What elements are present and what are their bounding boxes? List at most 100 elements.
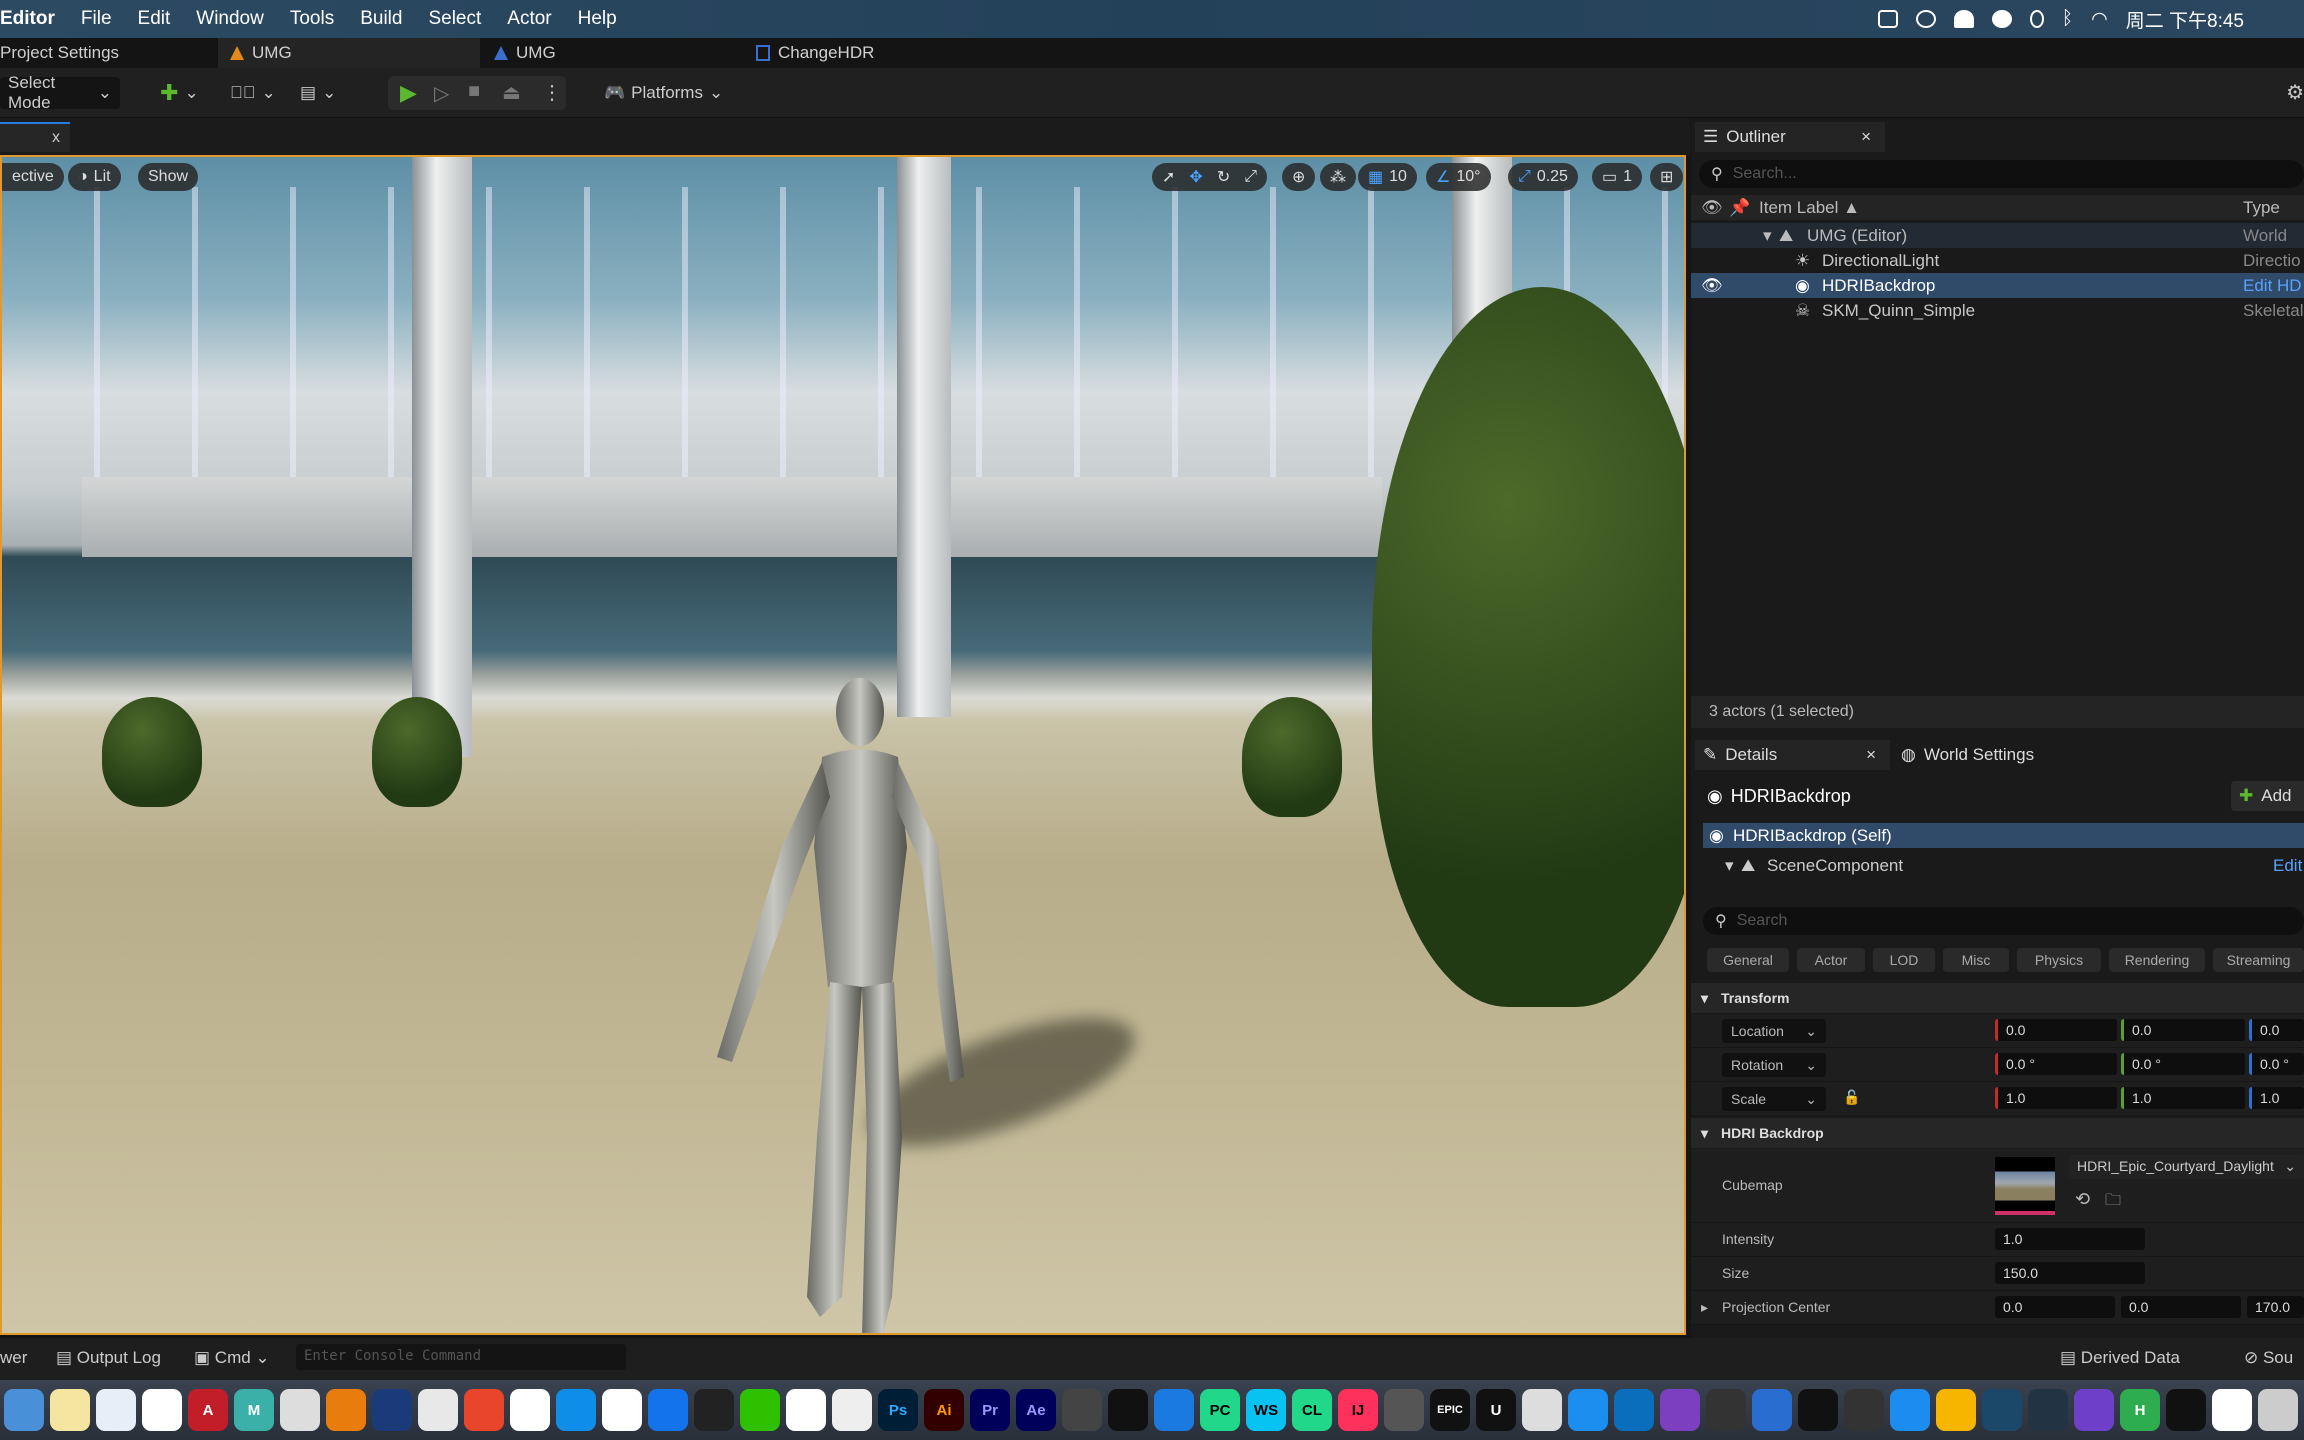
blueprint-button[interactable]: ⋮⃞ ⌄ (230, 77, 276, 109)
app-menu[interactable]: Editor (0, 8, 68, 30)
lark-icon[interactable] (602, 1389, 642, 1431)
finder-alt-icon[interactable] (1890, 1389, 1930, 1431)
perspective-dropdown[interactable]: ective (2, 163, 64, 191)
hdri-backdrop-section[interactable]: ▾ HDRI Backdrop (1691, 1118, 2304, 1148)
rotation-snap[interactable]: ∠ 10° (1426, 163, 1491, 191)
cinema4d-icon[interactable] (372, 1389, 412, 1431)
terminal-icon[interactable] (1798, 1389, 1838, 1431)
hbuilder-icon[interactable]: H (2120, 1389, 2160, 1431)
maya-icon[interactable]: M (234, 1389, 274, 1431)
clock[interactable]: 周二 下午8:45 (2126, 6, 2244, 33)
sketch-icon[interactable] (1936, 1389, 1976, 1431)
xmind-icon[interactable] (464, 1389, 504, 1431)
wifi-icon[interactable]: ◠ (2091, 8, 2108, 31)
menu-edit[interactable]: Edit (125, 8, 184, 30)
eject-icon[interactable]: ⏏ (502, 80, 521, 105)
row-type-link[interactable]: Edit HD (2243, 276, 2302, 296)
menu-select[interactable]: Select (415, 8, 494, 30)
component-row[interactable]: ▾ ⛰ SceneComponent Edit (1691, 853, 2304, 878)
column-item-label[interactable]: Item Label ▲ (1759, 198, 1860, 218)
close-icon[interactable]: × (1866, 745, 1876, 765)
filter-streaming[interactable]: Streaming (2213, 948, 2304, 972)
menu-tools[interactable]: Tools (277, 8, 347, 30)
blender-icon[interactable] (326, 1389, 366, 1431)
instruments-icon[interactable] (1844, 1389, 1884, 1431)
circle-app-icon[interactable] (2166, 1389, 2206, 1431)
tencent-meeting-icon[interactable] (648, 1389, 688, 1431)
after-effects-icon[interactable]: Ae (1016, 1389, 1056, 1431)
component-self-row[interactable]: ◉ HDRIBackdrop (Self) (1703, 823, 2304, 848)
outliner-search-input[interactable]: ⚲ Search... (1699, 160, 2304, 188)
show-dropdown[interactable]: Show (138, 163, 199, 191)
location-x-field[interactable]: 0.0 (1995, 1019, 2117, 1041)
outliner-row[interactable]: ☠ SKM_Quinn_Simple Skeletal (1691, 298, 2304, 323)
details-tab[interactable]: ✎ Details × (1695, 740, 1890, 770)
visibility-icon[interactable]: 👁 (1701, 198, 1723, 218)
cubemap-asset-dropdown[interactable]: HDRI_Epic_Courtyard_Daylight ⌄ (2069, 1155, 2304, 1179)
clion-icon[interactable]: CL (1292, 1389, 1332, 1431)
output-log-button[interactable]: ▤ Output Log (56, 1348, 161, 1368)
filter-physics[interactable]: Physics (2017, 948, 2101, 972)
filter-lod[interactable]: LOD (1873, 948, 1935, 972)
qq-icon[interactable] (1953, 10, 1974, 28)
visual-studio-icon[interactable] (1660, 1389, 1700, 1431)
rotate-tool-icon[interactable]: ↻ (1217, 167, 1230, 187)
more-options-icon[interactable]: ⋮ (542, 80, 562, 105)
epic-games-icon[interactable]: EPIC (1430, 1389, 1470, 1431)
menu-window[interactable]: Window (183, 8, 277, 30)
vscode-icon[interactable] (1614, 1389, 1654, 1431)
platforms-dropdown[interactable]: 🎮 Platforms ⌄ (604, 77, 723, 109)
photo-app-icon[interactable] (2258, 1389, 2298, 1431)
notes-icon[interactable] (50, 1389, 90, 1431)
pycharm-icon[interactable]: PC (1200, 1389, 1240, 1431)
cinematics-button[interactable]: ▤ ⌄ (300, 77, 336, 109)
advance-frame-icon[interactable]: ▷ (434, 81, 449, 106)
browse-asset-icon[interactable]: 🗀 (2105, 1189, 2121, 1216)
edit-link[interactable]: Edit (2273, 856, 2302, 876)
filter-general[interactable]: General (1707, 948, 1789, 972)
rotation-x-field[interactable]: 0.0 ° (1995, 1053, 2117, 1075)
location-y-field[interactable]: 0.0 (2121, 1019, 2245, 1041)
stop-icon[interactable]: ■ (468, 80, 480, 103)
capcut-icon[interactable] (1108, 1389, 1148, 1431)
projection-z-field[interactable]: 170.0 (2247, 1296, 2304, 1318)
tab-project-settings[interactable]: Project Settings (0, 38, 119, 68)
outliner-row-selected[interactable]: 👁 ◉ HDRIBackdrop Edit HD (1691, 273, 2304, 298)
camera-speed[interactable]: ▭ 1 (1592, 163, 1643, 191)
unity-icon[interactable] (1384, 1389, 1424, 1431)
xcode-icon[interactable] (1154, 1389, 1194, 1431)
content-browser-button[interactable]: wer (0, 1348, 27, 1368)
details-search-input[interactable]: ⚲ Search (1703, 907, 2304, 935)
close-icon[interactable]: x (52, 129, 60, 146)
location-dropdown[interactable]: Location ⌄ (1722, 1019, 1826, 1043)
filter-misc[interactable]: Misc (1943, 948, 2009, 972)
settings-icon[interactable]: ⚙ (2286, 80, 2304, 105)
wechat-icon[interactable] (740, 1389, 780, 1431)
webstorm-icon[interactable]: WS (1246, 1389, 1286, 1431)
bezel-icon[interactable] (1568, 1389, 1608, 1431)
derived-data-button[interactable]: ▤ Derived Data (2060, 1348, 2180, 1368)
cubemap-thumbnail[interactable] (1995, 1157, 2055, 1215)
outliner-row[interactable]: ☀ DirectionalLight Directio (1691, 248, 2304, 273)
size-field[interactable]: 150.0 (1995, 1262, 2145, 1284)
tab-umg-blueprint[interactable]: UMG (494, 38, 556, 68)
use-selected-icon[interactable]: ⟲ (2075, 1189, 2090, 1210)
premiere-icon[interactable]: Pr (970, 1389, 1010, 1431)
scale-tool-icon[interactable]: ⤢ (1244, 168, 1257, 186)
add-component-button[interactable]: ✚ Add (2231, 781, 2304, 811)
xcode-x-icon[interactable] (510, 1389, 550, 1431)
illustrator-icon[interactable]: Ai (924, 1389, 964, 1431)
tab-umg-level[interactable]: UMG (218, 38, 480, 68)
mysql-workbench-icon[interactable] (1982, 1389, 2022, 1431)
creative-cloud-icon[interactable] (1915, 10, 1936, 28)
menu-actor[interactable]: Actor (494, 8, 564, 30)
select-mode-dropdown[interactable]: Select Mode ⌄ (0, 73, 120, 112)
intensity-field[interactable]: 1.0 (1995, 1228, 2145, 1250)
photoshop-icon[interactable]: Ps (878, 1389, 918, 1431)
viewport-layout-button[interactable]: ⊞ (1650, 163, 1684, 191)
source-control-button[interactable]: ⊘ Sou (2244, 1348, 2293, 1368)
lock-icon[interactable]: 🔓 (1843, 1089, 1860, 1106)
autocad-icon[interactable]: A (188, 1389, 228, 1431)
wps-icon[interactable] (786, 1389, 826, 1431)
affinity-icon[interactable] (1522, 1389, 1562, 1431)
